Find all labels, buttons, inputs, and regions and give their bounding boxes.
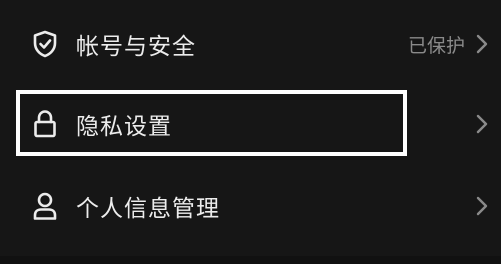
chevron-right-icon [473, 33, 491, 55]
settings-item-label: 个人信息管理 [76, 196, 220, 222]
settings-item-personal-info[interactable]: 个人信息管理 [0, 170, 501, 242]
chevron-right-icon [473, 113, 491, 135]
settings-item-label: 隐私设置 [76, 114, 172, 140]
settings-item-label: 帐号与安全 [76, 34, 196, 60]
person-icon [30, 191, 60, 221]
settings-panel: 帐号与安全 已保护 隐私设置 个人信息管理 [0, 0, 501, 264]
bottom-edge [0, 256, 501, 264]
lock-icon [30, 109, 60, 139]
settings-item-account-security[interactable]: 帐号与安全 已保护 [0, 8, 501, 80]
shield-check-icon [30, 29, 60, 59]
settings-item-privacy[interactable]: 隐私设置 [0, 88, 501, 160]
chevron-right-icon [473, 195, 491, 217]
status-text: 已保护 [407, 34, 465, 57]
